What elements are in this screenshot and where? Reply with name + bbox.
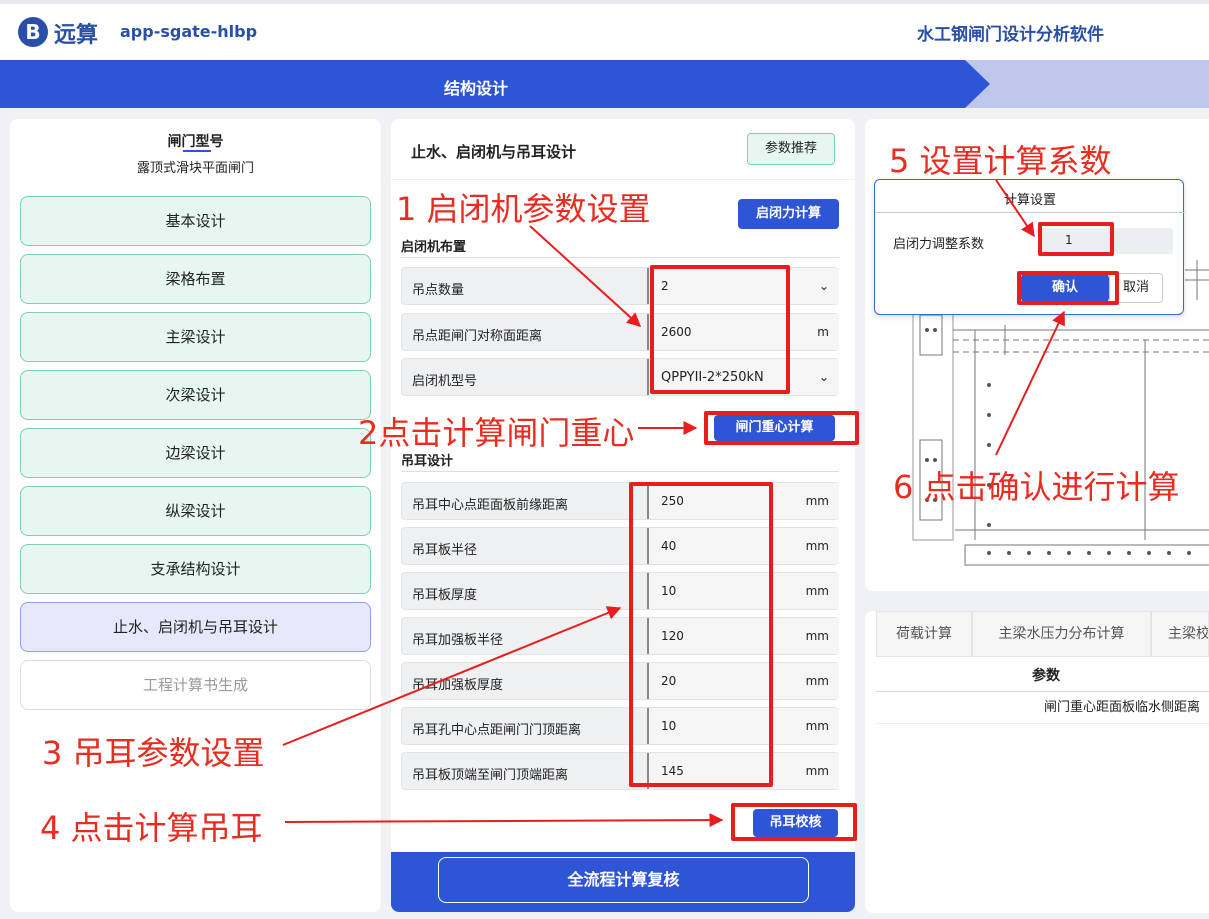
nav-report-generation[interactable]: 工程计算书生成 bbox=[20, 660, 371, 710]
row-label: 吊点数量 bbox=[412, 283, 465, 298]
highlight-box-coefficient bbox=[1038, 222, 1114, 256]
annotation-step-3: 3 吊耳参数设置 bbox=[42, 734, 265, 772]
app-title: 水工钢闸门设计分析软件 bbox=[917, 25, 1104, 45]
highlight-box-hoist-params bbox=[650, 265, 790, 394]
ear-row: 吊耳板顶端至闸门顶端距离 145 mm bbox=[401, 752, 839, 790]
row-label: 吊耳板半径 bbox=[412, 543, 478, 558]
step-label: 结构设计 bbox=[444, 79, 509, 98]
unit-label: mm bbox=[805, 494, 829, 508]
row-label: 吊耳板厚度 bbox=[412, 588, 478, 603]
annotation-step-5: 5 设置计算系数 bbox=[889, 142, 1112, 180]
unit-label: mm bbox=[805, 539, 829, 553]
highlight-box-confirm bbox=[1017, 271, 1119, 305]
nav-edge-beam[interactable]: 边梁设计 bbox=[20, 428, 371, 478]
row-label: 吊耳加强板半径 bbox=[412, 633, 504, 648]
unit-label: mm bbox=[805, 584, 829, 598]
highlight-box-cg-button bbox=[704, 411, 859, 445]
tab-main-beam-check[interactable]: 主梁校 bbox=[1151, 611, 1209, 657]
nav-main-beam[interactable]: 主梁设计 bbox=[20, 312, 371, 362]
nav-grid-layout[interactable]: 梁格布置 bbox=[20, 254, 371, 304]
row-label: 吊耳板顶端至闸门顶端距离 bbox=[412, 768, 569, 783]
annotation-step-4: 4 点击计算吊耳 bbox=[40, 809, 263, 847]
app-id: app-sgate-hlbp bbox=[120, 22, 258, 41]
full-process-check-button[interactable]: 全流程计算复核 bbox=[438, 857, 809, 903]
recommend-params-button[interactable]: 参数推荐 bbox=[747, 133, 835, 165]
unit-label: mm bbox=[805, 674, 829, 688]
nav-support-structure[interactable]: 支承结构设计 bbox=[20, 544, 371, 594]
ear-row: 吊耳板厚度 10 mm bbox=[401, 572, 839, 610]
annotation-step-2: 2点击计算闸门重心 bbox=[358, 414, 635, 452]
nav-longitudinal-beam[interactable]: 纵梁设计 bbox=[20, 486, 371, 536]
design-form-panel: 止水、启闭机与吊耳设计 参数推荐 启闭力计算 启闭机布置 吊点数量 2 ⌄ 吊点… bbox=[391, 119, 855, 912]
coefficient-label: 启闭力调整系数 bbox=[893, 237, 985, 252]
divider bbox=[401, 471, 839, 472]
divider bbox=[401, 257, 839, 258]
row-label: 吊点距闸门对称面距离 bbox=[412, 329, 543, 344]
tab-load-calc[interactable]: 荷载计算 bbox=[876, 611, 972, 657]
gate-type-value: 露顶式滑块平面闸门 bbox=[136, 161, 254, 176]
highlight-box-ear-check bbox=[731, 803, 857, 841]
table-row: 闸门重心距面板临水侧距离 bbox=[876, 692, 1209, 724]
unit-label: mm bbox=[805, 764, 829, 778]
hoist-section-title: 启闭机布置 bbox=[401, 240, 467, 255]
gate-type-underline bbox=[183, 150, 211, 152]
nav-secondary-beam[interactable]: 次梁设计 bbox=[20, 370, 371, 420]
ear-row: 吊耳中心点距面板前缘距离 250 mm bbox=[401, 482, 839, 520]
logo-icon: B bbox=[18, 17, 48, 47]
row-label: 吊耳加强板厚度 bbox=[412, 678, 504, 693]
ear-row: 吊耳加强板半径 120 mm bbox=[401, 617, 839, 655]
panel-title: 止水、启闭机与吊耳设计 bbox=[411, 143, 577, 161]
table-header-param: 参数 bbox=[876, 662, 1209, 692]
row-label: 吊耳中心点距面板前缘距离 bbox=[412, 498, 569, 513]
nav-seal-hoist-ear[interactable]: 止水、启闭机与吊耳设计 bbox=[20, 602, 371, 652]
annotation-step-1: 1 启闭机参数设置 bbox=[396, 190, 651, 228]
nav-basic-design[interactable]: 基本设计 bbox=[20, 196, 371, 246]
gate-type-label: 闸门型号 bbox=[167, 134, 224, 150]
row-label: 吊耳孔中心点距闸门门顶距离 bbox=[412, 723, 582, 738]
unit-label: mm bbox=[805, 629, 829, 643]
ear-row: 吊耳孔中心点距闸门门顶距离 10 mm bbox=[401, 707, 839, 745]
ear-row: 吊耳板半径 40 mm bbox=[401, 527, 839, 565]
hoist-force-calc-button[interactable]: 启闭力计算 bbox=[738, 199, 839, 229]
highlight-box-ear-params bbox=[629, 482, 773, 787]
dialog-title: 计算设置 bbox=[1003, 193, 1056, 208]
divider bbox=[391, 179, 855, 180]
ear-row: 吊耳加强板厚度 20 mm bbox=[401, 662, 839, 700]
chevron-down-icon: ⌄ bbox=[818, 279, 829, 293]
annotation-step-6: 6 点击确认进行计算 bbox=[893, 468, 1180, 506]
row-label: 启闭机型号 bbox=[412, 374, 478, 389]
chevron-down-icon: ⌄ bbox=[818, 370, 829, 384]
tab-main-beam-pressure[interactable]: 主梁水压力分布计算 bbox=[972, 611, 1151, 657]
logo-text: 远算 bbox=[54, 23, 99, 48]
left-nav-panel: 闸门型号 露顶式滑块平面闸门 基本设计 梁格布置 主梁设计 次梁设计 边梁设计 … bbox=[10, 119, 381, 912]
unit-label: m bbox=[817, 325, 829, 339]
divider bbox=[875, 212, 1185, 213]
unit-label: mm bbox=[805, 719, 829, 733]
